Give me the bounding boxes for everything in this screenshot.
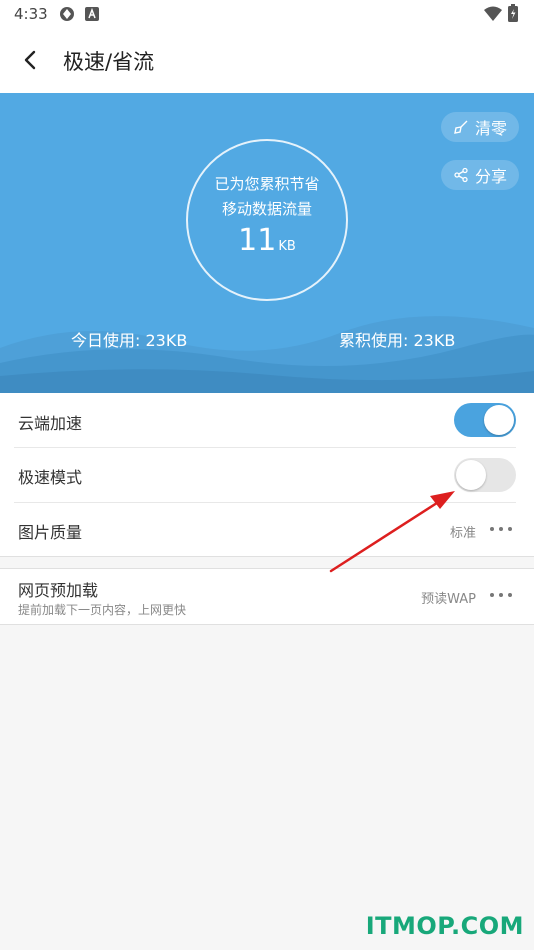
saved-data-number: 11 xyxy=(238,223,277,258)
status-time: 4:33 xyxy=(14,5,48,23)
more-dots-icon xyxy=(490,593,512,597)
image-quality-label: 图片质量 xyxy=(18,523,83,542)
circle-caption-2: 移动数据流量 xyxy=(221,200,312,218)
turbo-mode-label: 极速模式 xyxy=(18,468,83,487)
back-button[interactable] xyxy=(14,44,46,76)
sync-icon xyxy=(59,6,75,26)
setting-row-image-quality[interactable]: 图片质量 标准 xyxy=(0,503,534,556)
saved-data-unit: KB xyxy=(278,239,296,254)
more-dots-icon xyxy=(490,527,512,531)
cloud-accel-label: 云端加速 xyxy=(18,414,83,433)
preload-subtitle: 提前加载下一页内容，上网更快 xyxy=(18,603,187,617)
page-title: 极速/省流 xyxy=(63,50,155,74)
turbo-mode-toggle[interactable] xyxy=(454,458,516,492)
saved-data-circle: 已为您累积节省 移动数据流量 11 KB xyxy=(186,139,348,301)
setting-row-preload[interactable]: 网页预加载 提前加载下一页内容，上网更快 预读WAP xyxy=(0,569,534,624)
toggle-knob xyxy=(456,460,486,490)
saved-data-value: 11 KB xyxy=(188,223,346,258)
app-notification-icon xyxy=(85,6,99,25)
wifi-icon xyxy=(484,6,502,25)
preload-more-button[interactable] xyxy=(488,585,514,605)
setting-row-cloud-accel: 云端加速 xyxy=(0,393,534,447)
title-bar: 极速/省流 xyxy=(0,28,534,93)
watermark: ITMOP.COM xyxy=(365,912,524,940)
setting-row-turbo-mode: 极速模式 xyxy=(0,448,534,502)
settings-group-main: 云端加速 极速模式 图片质量 标准 xyxy=(0,393,534,557)
battery-icon xyxy=(508,4,518,26)
data-saving-summary: 清零 分享 已为您累积节省 移动数据流量 11 KB 今日使用: 23KB 累积使… xyxy=(0,93,534,393)
toggle-knob xyxy=(484,405,514,435)
settings-group-preload: 网页预加载 提前加载下一页内容，上网更快 预读WAP xyxy=(0,568,534,625)
share-button[interactable]: 分享 xyxy=(441,160,520,190)
preload-value: 预读WAP xyxy=(421,592,476,607)
total-usage: 累积使用: 23KB xyxy=(339,331,456,350)
preload-label: 网页预加载 xyxy=(18,581,99,600)
image-quality-more-button[interactable] xyxy=(488,519,514,539)
clear-label: 清零 xyxy=(475,119,508,138)
share-label: 分享 xyxy=(475,167,508,186)
share-icon xyxy=(454,167,468,183)
today-usage: 今日使用: 23KB xyxy=(71,331,188,350)
broom-icon xyxy=(454,120,468,134)
cloud-accel-toggle[interactable] xyxy=(454,403,516,437)
status-bar: 4:33 xyxy=(0,0,534,28)
clear-button[interactable]: 清零 xyxy=(441,112,520,142)
chevron-left-icon xyxy=(24,50,36,70)
image-quality-value: 标准 xyxy=(449,526,476,541)
circle-caption-1: 已为您累积节省 xyxy=(214,175,320,193)
